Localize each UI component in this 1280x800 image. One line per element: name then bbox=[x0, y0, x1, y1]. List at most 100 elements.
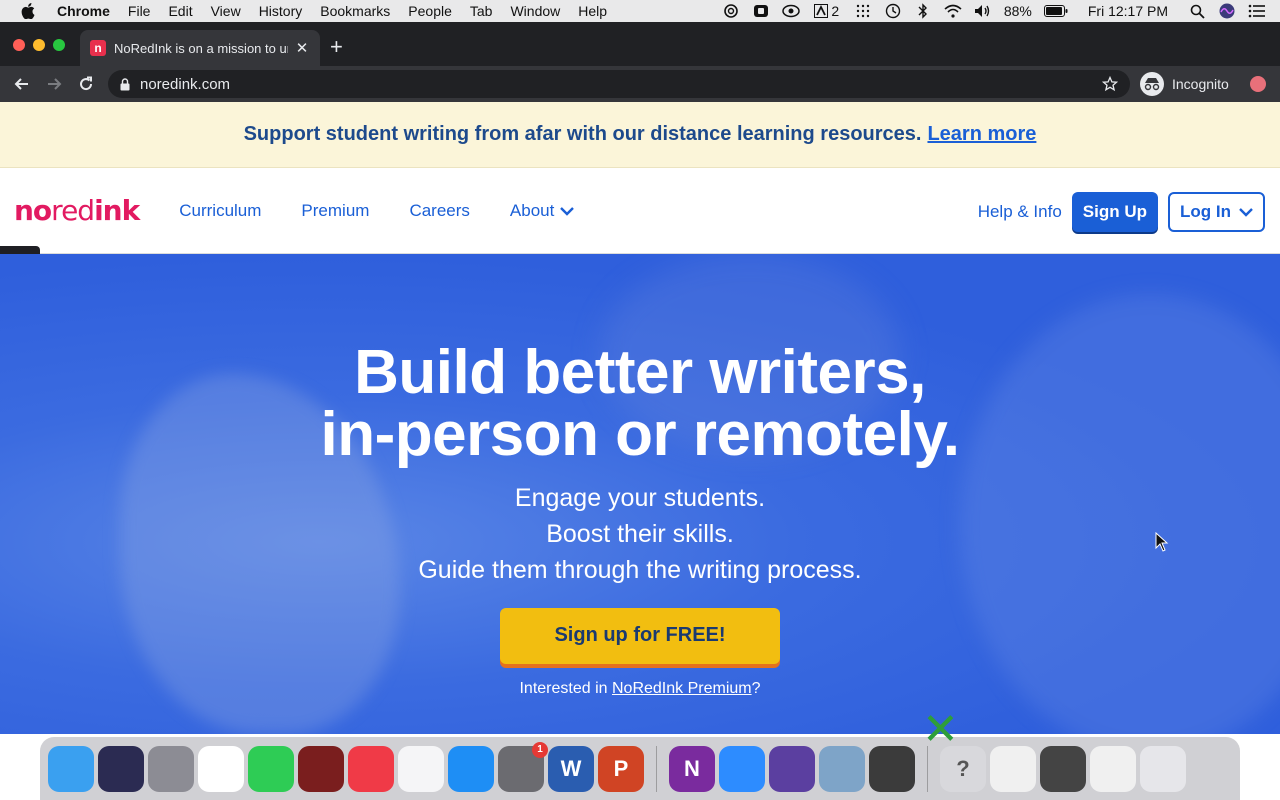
tab-close-icon[interactable]: ✕ bbox=[294, 39, 310, 57]
menu-bookmarks[interactable]: Bookmarks bbox=[311, 0, 399, 22]
preview-icon[interactable] bbox=[819, 745, 865, 792]
excel-doc-icon[interactable] bbox=[1090, 745, 1136, 792]
app-store-icon[interactable] bbox=[448, 745, 494, 792]
help-info-link[interactable]: Help & Info bbox=[978, 202, 1062, 222]
reload-button[interactable] bbox=[70, 70, 102, 98]
creative-cloud-icon[interactable] bbox=[722, 3, 740, 19]
noredink-favicon: n bbox=[90, 40, 106, 56]
nav-about[interactable]: About bbox=[509, 200, 575, 221]
hero-subtitle: Engage your students. Boost their skills… bbox=[0, 480, 1280, 588]
main-nav: Curriculum Premium Careers About bbox=[179, 200, 575, 221]
wifi-icon[interactable] bbox=[944, 3, 962, 19]
back-button[interactable] bbox=[6, 70, 38, 98]
finder-icon[interactable] bbox=[48, 745, 94, 792]
menu-view[interactable]: View bbox=[202, 0, 250, 22]
chevron-down-icon bbox=[1239, 208, 1253, 217]
menu-tab[interactable]: Tab bbox=[461, 0, 502, 22]
battery-icon[interactable] bbox=[1043, 3, 1068, 19]
bluetooth-icon[interactable] bbox=[914, 3, 932, 19]
nav-careers[interactable]: Careers bbox=[409, 201, 469, 221]
grid-dots-icon[interactable] bbox=[854, 3, 872, 19]
apple-icon[interactable] bbox=[20, 3, 36, 19]
trash-icon[interactable] bbox=[1140, 745, 1186, 792]
menu-help[interactable]: Help bbox=[569, 0, 616, 22]
sign-up-free-button[interactable]: Sign up for FREE! bbox=[500, 608, 780, 664]
volume-icon[interactable] bbox=[974, 3, 992, 19]
nav-curriculum[interactable]: Curriculum bbox=[179, 201, 261, 221]
itunes-icon[interactable] bbox=[398, 745, 444, 792]
news-icon[interactable] bbox=[348, 745, 394, 792]
web-page: Support student writing from afar with o… bbox=[0, 102, 1280, 800]
nav-premium[interactable]: Premium bbox=[301, 201, 369, 221]
notification-center-icon[interactable] bbox=[1248, 3, 1266, 19]
browser-tab-active[interactable]: n NoRedInk is on a mission to unl ✕ bbox=[80, 30, 320, 66]
menu-file[interactable]: File bbox=[119, 0, 160, 22]
premium-suffix: ? bbox=[751, 680, 761, 697]
forward-button[interactable] bbox=[38, 70, 70, 98]
lock-icon[interactable] bbox=[120, 77, 130, 91]
log-in-label: Log In bbox=[1180, 202, 1231, 221]
update-alert-icon[interactable] bbox=[1250, 76, 1266, 92]
incognito-indicator[interactable]: Incognito bbox=[1140, 70, 1229, 98]
url-text[interactable]: noredink.com bbox=[140, 76, 230, 93]
onenote-icon[interactable]: N bbox=[669, 745, 715, 792]
logo-part-red: red bbox=[51, 194, 95, 227]
siri-icon[interactable] bbox=[98, 745, 144, 792]
screen-recorder-icon[interactable] bbox=[752, 3, 770, 19]
powerpoint-icon[interactable]: P bbox=[598, 745, 644, 792]
address-bar[interactable]: noredink.com bbox=[108, 70, 1130, 98]
photo-booth-icon[interactable] bbox=[298, 745, 344, 792]
adobe-icon[interactable]: 2 bbox=[812, 3, 842, 19]
menu-edit[interactable]: Edit bbox=[159, 0, 201, 22]
forward-arrow-icon bbox=[48, 78, 62, 90]
dock-separator bbox=[656, 745, 657, 792]
noredink-logo[interactable]: noredink bbox=[14, 194, 140, 227]
macos-dock: 1 W P N? bbox=[40, 737, 1240, 800]
hero-content: Build better writers, in-person or remot… bbox=[0, 342, 1280, 698]
mouse-cursor-icon bbox=[1155, 531, 1169, 557]
imovie-icon[interactable] bbox=[769, 745, 815, 792]
battery-percent: 88% bbox=[1003, 3, 1032, 19]
browser-tab-strip: n NoRedInk is on a mission to unl ✕ + bbox=[0, 22, 1280, 66]
announcement-banner: Support student writing from afar with o… bbox=[0, 102, 1280, 168]
nav-about-label: About bbox=[509, 200, 555, 220]
noredink-premium-link[interactable]: NoRedInk Premium bbox=[612, 680, 752, 697]
premium-prefix: Interested in bbox=[519, 680, 608, 697]
incognito-icon bbox=[1140, 72, 1164, 96]
vectorworks-icon[interactable] bbox=[869, 745, 915, 792]
tab-title: NoRedInk is on a mission to unl bbox=[114, 40, 288, 56]
header-actions: Help & Info Sign Up Log In bbox=[978, 192, 1265, 232]
hero-section: Build better writers, in-person or remot… bbox=[0, 254, 1280, 734]
menubar-clock[interactable]: Fri 12:17 PM bbox=[1088, 3, 1168, 19]
new-tab-button[interactable]: + bbox=[330, 36, 343, 58]
zoom-icon[interactable] bbox=[719, 745, 765, 792]
cloud-sync-icon[interactable] bbox=[782, 3, 800, 19]
menu-history[interactable]: History bbox=[250, 0, 312, 22]
spotlight-search-icon[interactable] bbox=[1188, 3, 1206, 19]
system-preferences-icon[interactable]: 1 bbox=[498, 741, 548, 792]
menu-app-name[interactable]: Chrome bbox=[48, 0, 119, 22]
hero-title-line: in-person or remotely. bbox=[320, 400, 960, 469]
window-close-button[interactable] bbox=[13, 39, 25, 51]
macos-menu-bar: Chrome File Edit View History Bookmarks … bbox=[0, 0, 1280, 22]
learn-more-link[interactable]: Learn more bbox=[927, 123, 1036, 146]
siri-menubar-icon[interactable] bbox=[1218, 3, 1236, 19]
window-zoom-button[interactable] bbox=[53, 39, 65, 51]
window-minimize-button[interactable] bbox=[33, 39, 45, 51]
time-machine-icon[interactable] bbox=[884, 3, 902, 19]
word-icon[interactable]: W bbox=[548, 745, 594, 792]
hero-title: Build better writers, in-person or remot… bbox=[0, 342, 1280, 466]
menu-window[interactable]: Window bbox=[501, 0, 569, 22]
imovie-project-icon[interactable] bbox=[1040, 745, 1086, 792]
log-in-button[interactable]: Log In bbox=[1168, 192, 1265, 232]
menubar-status-area: 2 88% Fri 12:17 PM bbox=[722, 0, 1280, 22]
facetime-icon[interactable] bbox=[248, 745, 294, 792]
back-arrow-icon bbox=[14, 78, 28, 90]
menu-people[interactable]: People bbox=[399, 0, 461, 22]
chrome-icon[interactable] bbox=[198, 745, 244, 792]
sign-up-button[interactable]: Sign Up bbox=[1071, 192, 1159, 232]
site-header: noredink Curriculum Premium Careers Abou… bbox=[0, 168, 1280, 254]
word-doc-icon[interactable] bbox=[990, 745, 1036, 792]
bookmark-star-icon[interactable] bbox=[1101, 75, 1119, 96]
launchpad-icon[interactable] bbox=[148, 745, 194, 792]
